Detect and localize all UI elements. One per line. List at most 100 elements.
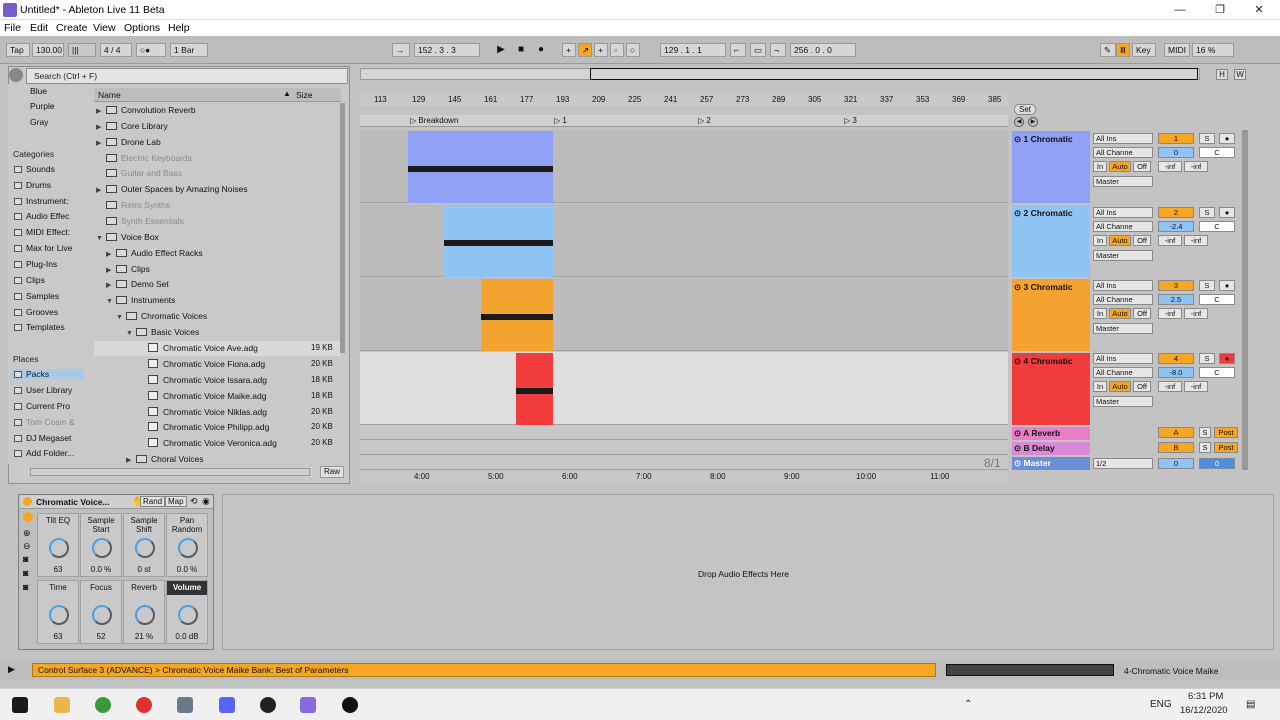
list-item[interactable]: Chromatic Voice Philipp.adg — [148, 422, 269, 432]
list-item[interactable]: Chromatic Voice Veronica.adg — [148, 438, 277, 448]
tracks-scrollbar[interactable] — [1242, 130, 1248, 470]
tempo-field[interactable]: 130.00 — [32, 43, 64, 57]
session-record-icon[interactable]: + — [594, 43, 608, 57]
track-lane-4[interactable] — [360, 352, 1008, 425]
input-type-select[interactable]: All Ins — [1093, 280, 1153, 291]
color-purple[interactable]: Purple — [30, 101, 55, 111]
category-item[interactable]: Max for Live — [14, 243, 72, 253]
list-item[interactable]: ▶ Core Library — [96, 121, 168, 131]
capture-icon[interactable]: ▫ — [610, 43, 624, 57]
overview-viewport[interactable] — [590, 68, 1198, 80]
monitor-in[interactable]: In — [1093, 235, 1107, 246]
list-item[interactable]: Chromatic Voice Maike.adg — [148, 391, 266, 401]
macro-knob[interactable]: Reverb 21 % — [123, 580, 165, 644]
place-item[interactable]: Tom Cosm & — [14, 417, 75, 427]
map-button[interactable]: Map — [165, 496, 187, 507]
solo-button[interactable]: S — [1199, 133, 1215, 144]
macro-variations-icon[interactable] — [23, 512, 33, 522]
close-icon[interactable]: ✕ — [1251, 2, 1267, 18]
category-item[interactable]: Plug-Ins — [14, 259, 57, 269]
output-select[interactable]: Master — [1093, 323, 1153, 334]
preview-bar[interactable] — [30, 468, 310, 476]
metronome-button[interactable]: ○● — [136, 43, 166, 57]
macro-knob[interactable]: Sample Start 0.0 % — [80, 513, 122, 577]
list-item[interactable]: Electric Keyboards — [106, 153, 192, 163]
sort-icon[interactable]: ▲ — [283, 89, 291, 98]
beat-ruler[interactable]: 113 129 145 161 177 193 209 225 241 257 … — [360, 92, 1008, 106]
monitor-auto[interactable]: Auto — [1109, 161, 1131, 172]
minimize-icon[interactable]: — — [1172, 2, 1188, 18]
rand-button[interactable]: Rand — [140, 496, 166, 507]
list-item[interactable]: Chromatic Voice Niklas.adg — [148, 407, 267, 417]
add-folder-item[interactable]: Add Folder... — [14, 448, 74, 458]
monitor-auto[interactable]: Auto — [1109, 235, 1131, 246]
menu-create[interactable]: Create — [56, 22, 88, 34]
clock-time[interactable]: 6:31 PM — [1188, 691, 1223, 702]
arm-icon[interactable]: ● — [1219, 207, 1235, 218]
monitor-off[interactable]: Off — [1133, 235, 1151, 246]
solo-button[interactable]: S — [1199, 280, 1215, 291]
clip-track-3[interactable] — [481, 279, 553, 351]
browser-toggle-icon[interactable] — [9, 68, 23, 82]
output-select[interactable]: Master — [1093, 250, 1153, 261]
return-name[interactable]: ⊙ B Delay — [1014, 443, 1055, 454]
tray-expand-icon[interactable]: ⌃ — [964, 699, 972, 710]
device-drop-zone[interactable]: Drop Audio Effects Here — [222, 494, 1274, 650]
menu-view[interactable]: View — [93, 22, 116, 34]
selected-track-label[interactable]: 4-Chromatic Voice Maike — [1124, 666, 1218, 676]
list-item[interactable]: ▶ Clips — [106, 264, 150, 274]
macro-knob[interactable]: Focus 52 — [80, 580, 122, 644]
solo-button[interactable]: S — [1199, 427, 1211, 438]
search-input[interactable]: Search (Ctrl + F) — [26, 68, 348, 84]
hot-swap-icon[interactable]: ⟲ — [190, 496, 198, 507]
track-name[interactable]: ⊙ 3 Chromatic — [1014, 282, 1073, 293]
punch-out-icon[interactable]: ¬ — [770, 43, 786, 57]
loop-start-field[interactable]: 129 . 1 . 1 — [660, 43, 726, 57]
time-ruler[interactable]: 4:00 5:00 6:00 7:00 8:00 9:00 10:00 11:0… — [360, 471, 1008, 483]
pan-field[interactable]: C — [1199, 221, 1235, 232]
category-item[interactable]: Drums — [14, 180, 51, 190]
arm-icon[interactable]: ● — [1219, 280, 1235, 291]
menu-options[interactable]: Options — [124, 22, 160, 34]
menu-edit[interactable]: Edit — [30, 22, 48, 34]
monitor-auto[interactable]: Auto — [1109, 308, 1131, 319]
category-item[interactable]: Instrument: — [14, 196, 69, 206]
discord-icon[interactable] — [219, 697, 235, 713]
return-activator-b[interactable]: B — [1158, 442, 1194, 453]
arm-icon[interactable]: ● — [1219, 133, 1235, 144]
macro-knob[interactable]: Tilt EQ 63 — [37, 513, 79, 577]
column-size[interactable]: Size — [296, 90, 313, 100]
locator-2[interactable]: ▷ 2 — [698, 116, 711, 125]
clock-date[interactable]: 16/12/2020 — [1180, 705, 1228, 716]
punch-in-icon[interactable]: ⌐ — [730, 43, 746, 57]
input-type-select[interactable]: All Ins — [1093, 353, 1153, 364]
clip-track-4[interactable] — [516, 353, 553, 425]
list-item[interactable]: Chromatic Voice Ave.adg — [148, 343, 258, 353]
device-on-icon[interactable] — [23, 497, 32, 506]
category-item[interactable]: Grooves — [14, 307, 58, 317]
tap-button[interactable]: Tap — [6, 43, 30, 57]
volume-field[interactable]: 2.5 — [1158, 294, 1194, 305]
color-gray[interactable]: Gray — [30, 117, 48, 127]
locator-1[interactable]: ▷ 1 — [554, 116, 567, 125]
return-lane-a[interactable] — [360, 426, 1008, 440]
master-name[interactable]: ⊙ Master — [1014, 458, 1051, 469]
chrome-icon[interactable] — [95, 697, 111, 713]
pan-field[interactable]: C — [1199, 367, 1235, 378]
category-item[interactable]: MIDI Effect: — [14, 227, 70, 237]
column-name[interactable]: Name — [98, 90, 121, 100]
loop-switch-icon[interactable]: ▭ — [750, 43, 766, 57]
category-item[interactable]: Templates — [14, 322, 65, 332]
place-item[interactable]: User Library — [14, 385, 72, 395]
app-icon[interactable] — [342, 697, 358, 713]
monitor-in[interactable]: In — [1093, 308, 1107, 319]
input-channel-select[interactable]: All Channe — [1093, 147, 1153, 158]
category-item[interactable]: Sounds — [14, 164, 55, 174]
volume-field[interactable]: -2.4 — [1158, 221, 1194, 232]
output-select[interactable]: Master — [1093, 396, 1153, 407]
solo-button[interactable]: S — [1199, 207, 1215, 218]
track-activator[interactable]: 2 — [1158, 207, 1194, 218]
input-channel-select[interactable]: All Channe — [1093, 294, 1153, 305]
draw-mode-icon[interactable]: ✎ — [1100, 43, 1116, 57]
overdub-icon[interactable]: + — [562, 43, 576, 57]
